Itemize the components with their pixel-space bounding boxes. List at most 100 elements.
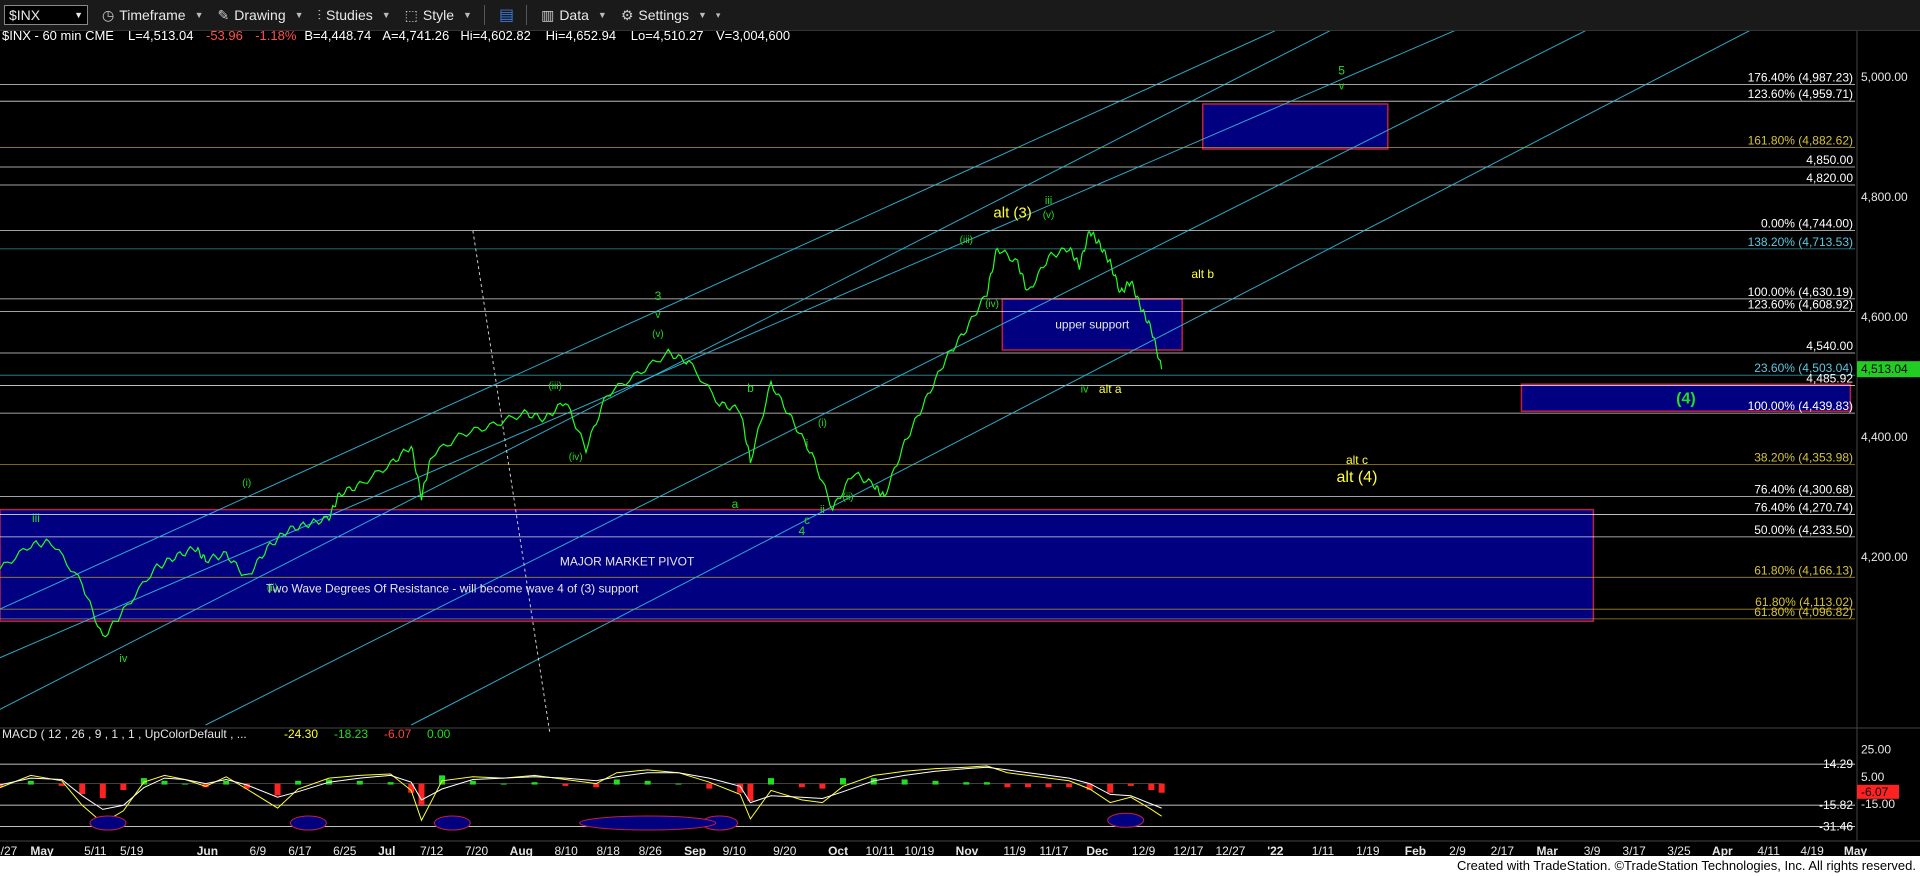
chart-header-symbol: $INX - 60 min CME (2, 31, 114, 43)
wave-label: alt c (1346, 453, 1368, 467)
macd-axis-tick: 5.00 (1861, 770, 1885, 784)
macd-histogram-bar (839, 778, 846, 785)
price-chart[interactable]: $INX - 60 min CME L=4,513.04 -53.96 -1.18% B… (0, 31, 1920, 856)
clock-icon: ◷ (102, 6, 115, 23)
wave-label: (iii) (960, 235, 973, 246)
macd-histogram-bar (768, 778, 774, 785)
fib-level-label: 138.20% (4,713.53) (1748, 235, 1853, 249)
symbol-input[interactable]: $INX ▼ (4, 5, 88, 25)
x-axis-tick: Feb (1405, 844, 1426, 856)
macd-level-label: -31.46 (1819, 819, 1853, 833)
wave-label: (i) (242, 478, 251, 489)
chevron-down-icon: ▼ (697, 10, 707, 20)
fib-level-label: 100.00% (4,439.83) (1748, 399, 1853, 413)
timeframe-button[interactable]: ◷ Timeframe ▼ (102, 7, 204, 24)
macd-histogram-bar (27, 780, 34, 785)
drawing-label: Drawing (234, 7, 286, 23)
x-axis-tick: 8/18 (597, 844, 621, 856)
chart-header-quote: L=4,513.04 (128, 31, 193, 43)
price-axis-tick: 5,000.00 (1861, 70, 1908, 84)
wave-label: alt (3) (993, 204, 1031, 221)
macd-histogram-bar (932, 780, 939, 785)
x-axis-tick: 5/11 (84, 844, 107, 856)
chart-header-quote: B=4,448.74 (304, 31, 371, 43)
macd-histogram-bar (161, 780, 168, 785)
wave-label: 4 (798, 524, 805, 538)
x-axis-tick: 4/19 (1800, 844, 1824, 856)
x-axis-tick: 5/19 (120, 844, 144, 856)
fib-level-label: 76.40% (4,300.68) (1754, 483, 1853, 497)
chart-header-quote: -53.96 (206, 31, 243, 43)
macd-histogram-bar (562, 783, 569, 786)
x-axis-tick: 1/11 (1312, 844, 1335, 856)
wave-label: iv (119, 653, 127, 665)
fib-level-label: 0.00% (4,744.00) (1761, 217, 1853, 231)
macd-histogram-bar (531, 782, 538, 785)
chevron-down-icon: ▾ (715, 9, 721, 20)
layout-icon: ▤ (498, 7, 515, 24)
x-axis-tick: 12/9 (1132, 844, 1156, 856)
macd-histogram-bar (439, 775, 446, 785)
macd-histogram-bar (99, 783, 106, 799)
layout-button[interactable]: ▤ (499, 5, 514, 25)
studies-label: Studies (326, 7, 373, 23)
x-axis-tick: 3/9 (1584, 844, 1601, 856)
wave-label: i (806, 438, 808, 450)
target-box (1202, 103, 1389, 150)
wave-label: b (747, 381, 754, 395)
fib-level-label: 176.40% (4,987.23) (1748, 71, 1853, 85)
wave-label: alt b (1191, 267, 1214, 281)
macd-value: -6.07 (384, 727, 412, 741)
wave-label: iv (1081, 384, 1089, 396)
studies-button[interactable]: ⫶ Studies ▼ (318, 7, 391, 24)
macd-histogram-bar (182, 783, 189, 785)
chevron-down-icon: ▼ (381, 10, 391, 20)
x-axis-tick: '22 (1267, 844, 1284, 856)
price-axis-tick: 4,400.00 (1861, 430, 1908, 444)
macd-histogram-bar (356, 780, 363, 785)
macd-histogram-bar (593, 783, 600, 788)
macd-axis-tick: 25.00 (1861, 743, 1891, 757)
chart-header-quote: A=4,741.26 (382, 31, 449, 43)
macd-label: MACD ( 12 , 26 , 9 , 1 , 1 , UpColorDefa… (2, 727, 247, 741)
macd-histogram-bar (79, 783, 86, 795)
macd-histogram-bar (1045, 783, 1052, 788)
wave-label: v (655, 309, 661, 321)
chevron-down-icon: ▼ (294, 10, 304, 20)
chart-header-quote: -1.18% (255, 31, 297, 43)
drawing-button[interactable]: ✎ Drawing ▼ (218, 7, 304, 24)
settings-button[interactable]: ⚙ Settings ▼ ▾ (621, 7, 721, 24)
x-axis-tick: 12/17 (1173, 844, 1203, 856)
style-button[interactable]: ⬚ Style ▼ (405, 7, 472, 24)
data-button[interactable]: ▥ Data ▼ (541, 7, 607, 24)
x-axis-tick: 6/17 (288, 844, 312, 856)
macd-divergence-marker (1107, 812, 1145, 828)
x-axis-tick: 7/12 (420, 844, 444, 856)
wave-label: iii (1045, 195, 1052, 207)
price-axis-tick: 4,800.00 (1861, 190, 1908, 204)
wave-label: (iv) (569, 452, 583, 463)
macd-divergence-marker (289, 815, 327, 831)
x-axis-tick: May (1844, 844, 1868, 856)
wave-label: (v) (652, 329, 664, 340)
x-axis-tick: May (30, 844, 54, 856)
fib-level-label: 4,850.00 (1806, 153, 1853, 167)
fib-level-label: 61.80% (4,166.13) (1754, 563, 1853, 577)
wave-label: 3 (655, 289, 662, 303)
toolbar: $INX ▼ ◷ Timeframe ▼ ✎ Drawing ▼ ⫶ Studies ▼ ⬚… (0, 0, 1920, 31)
x-axis-tick: 10/11 (866, 844, 895, 856)
macd-histogram-bar (274, 783, 281, 796)
fib-level-label: 161.80% (4,882.62) (1748, 133, 1853, 147)
wave-label: alt a (1099, 382, 1122, 396)
box-annotation: MAJOR MARKET PIVOT (560, 554, 695, 568)
chevron-down-icon: ▼ (74, 10, 83, 20)
studies-icon: ⫶ (317, 6, 322, 23)
chevron-down-icon: ▼ (463, 10, 472, 20)
macd-histogram-bar (1066, 783, 1073, 788)
chevron-down-icon: ▼ (597, 10, 607, 20)
x-axis-tick: 12/27 (1215, 844, 1245, 856)
macd-histogram-bar (963, 782, 970, 785)
style-label: Style (422, 7, 455, 23)
wave-label: iii (32, 511, 40, 525)
x-axis-tick: 8/10 (555, 844, 579, 856)
